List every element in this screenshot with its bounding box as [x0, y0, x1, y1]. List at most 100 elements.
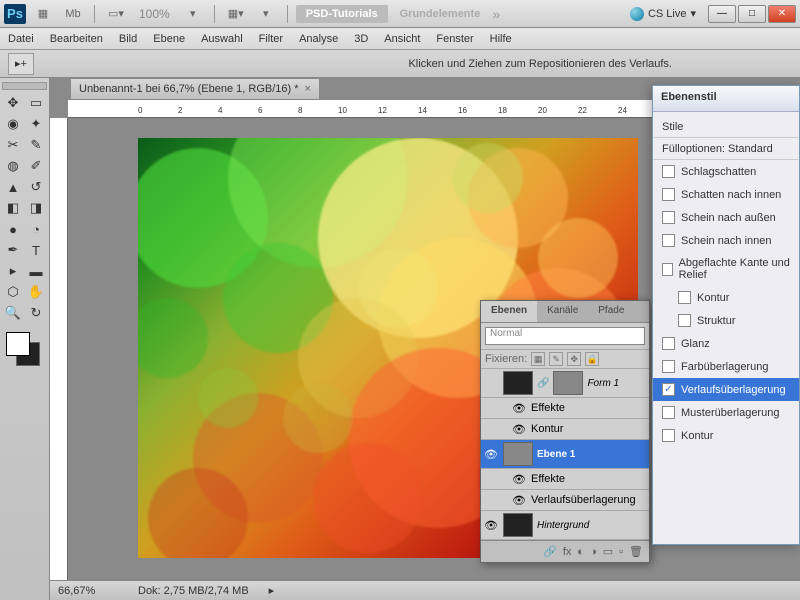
shape-tool[interactable]: ▬ — [25, 261, 47, 281]
lasso-tool[interactable]: ◉ — [2, 114, 24, 134]
visibility-icon[interactable] — [483, 375, 499, 391]
layer-effects-ebene1[interactable]: 👁Effekte — [481, 469, 649, 490]
brush-tool[interactable]: ✐ — [25, 156, 47, 176]
fg-color-swatch[interactable] — [6, 332, 30, 356]
menu-filter[interactable]: Filter — [259, 33, 283, 45]
menu-datei[interactable]: Datei — [8, 33, 34, 45]
menu-3d[interactable]: 3D — [354, 33, 368, 45]
link-icon[interactable]: 🔗 — [543, 545, 557, 558]
tab-ebenen[interactable]: Ebenen — [481, 301, 537, 322]
heal-tool[interactable]: ◍ — [2, 156, 24, 176]
type-tool[interactable]: T — [25, 240, 47, 260]
style-verlaufsüberlagerung[interactable]: ✓Verlaufsüberlagerung — [653, 378, 799, 401]
style-schlagschatten[interactable]: Schlagschatten — [653, 160, 799, 183]
checkbox[interactable] — [662, 211, 675, 224]
extras-icon[interactable]: ▦▾ — [223, 4, 249, 24]
layer-thumb[interactable] — [503, 371, 533, 395]
trash-icon[interactable]: 🗑 — [629, 545, 643, 558]
style-schatten-nach-innen[interactable]: Schatten nach innen — [653, 183, 799, 206]
layer-thumb[interactable] — [503, 513, 533, 537]
document-tab[interactable]: Unbenannt-1 bei 66,7% (Ebene 1, RGB/16) … — [70, 78, 320, 100]
checkbox[interactable] — [662, 337, 675, 350]
gradient-tool[interactable]: ◨ — [25, 198, 47, 218]
history-brush-tool[interactable]: ↺ — [25, 177, 47, 197]
adjustment-icon[interactable]: ◑ — [590, 546, 597, 558]
menu-bild[interactable]: Bild — [119, 33, 137, 45]
checkbox[interactable] — [662, 188, 675, 201]
close-button[interactable]: ✕ — [768, 5, 796, 23]
minibridge-icon[interactable]: Mb — [60, 4, 86, 24]
guides-icon[interactable]: ▾ — [253, 4, 279, 24]
path-select-tool[interactable]: ▸ — [2, 261, 24, 281]
style-glanz[interactable]: Glanz — [653, 332, 799, 355]
layer-verlauf[interactable]: 👁Verlaufsüberlagerung — [481, 490, 649, 511]
close-tab-icon[interactable]: × — [305, 83, 311, 95]
workspace-grundelemente[interactable]: Grundelemente — [400, 8, 481, 20]
status-zoom[interactable]: 66,67% — [58, 585, 118, 597]
style-musterüberlagerung[interactable]: Musterüberlagerung — [653, 401, 799, 424]
crop-tool[interactable]: ✂ — [2, 135, 24, 155]
maximize-button[interactable]: □ — [738, 5, 766, 23]
style-struktur[interactable]: Struktur — [653, 309, 799, 332]
status-chevron-icon[interactable]: ▸ — [269, 584, 275, 597]
style-schein-nach-außen[interactable]: Schein nach außen — [653, 206, 799, 229]
new-layer-icon[interactable]: ▫ — [619, 546, 623, 558]
color-swatches[interactable] — [2, 332, 47, 368]
hand-tool[interactable]: ✋ — [25, 282, 47, 302]
menu-ansicht[interactable]: Ansicht — [384, 33, 420, 45]
menu-ebene[interactable]: Ebene — [153, 33, 185, 45]
checkbox[interactable]: ✓ — [662, 383, 675, 396]
style-kontur[interactable]: Kontur — [653, 424, 799, 447]
style-farbüberlagerung[interactable]: Farbüberlagerung — [653, 355, 799, 378]
visibility-icon[interactable]: 👁 — [483, 517, 499, 533]
bridge-icon[interactable]: ▦ — [30, 4, 56, 24]
layer-form1[interactable]: 🔗 Form 1 — [481, 369, 649, 398]
current-tool-icon[interactable]: ▸+ — [8, 53, 34, 75]
pen-tool[interactable]: ✒ — [2, 240, 24, 260]
layer-effects-form1[interactable]: 👁Effekte — [481, 398, 649, 419]
checkbox[interactable] — [662, 406, 675, 419]
toolbox-grip[interactable] — [2, 82, 47, 90]
style-kontur[interactable]: Kontur — [653, 286, 799, 309]
status-doc-size[interactable]: Dok: 2,75 MB/2,74 MB — [138, 585, 249, 597]
eyedropper-tool[interactable]: ✎ — [25, 135, 47, 155]
checkbox[interactable] — [678, 291, 691, 304]
checkbox[interactable] — [662, 234, 675, 247]
checkbox[interactable] — [662, 263, 673, 276]
style-schein-nach-innen[interactable]: Schein nach innen — [653, 229, 799, 252]
3d-tool[interactable]: ⬡ — [2, 282, 24, 302]
blur-tool[interactable]: ● — [2, 219, 24, 239]
menu-hilfe[interactable]: Hilfe — [490, 33, 512, 45]
menu-fenster[interactable]: Fenster — [436, 33, 473, 45]
checkbox[interactable] — [678, 314, 691, 327]
visibility-icon[interactable]: 👁 — [483, 446, 499, 462]
marquee-tool[interactable]: ▭ — [25, 93, 47, 113]
eraser-tool[interactable]: ◧ — [2, 198, 24, 218]
screen-mode-icon[interactable]: ▭▾ — [103, 4, 129, 24]
lock-pixels-icon[interactable]: ✎ — [549, 352, 563, 366]
lock-all-icon[interactable]: 🔒 — [585, 352, 599, 366]
tab-kanaele[interactable]: Kanäle — [537, 301, 588, 322]
fx-icon[interactable]: fx — [563, 546, 572, 558]
menu-analyse[interactable]: Analyse — [299, 33, 338, 45]
fulloptions-row[interactable]: Fülloptionen: Standard — [653, 138, 799, 160]
menu-auswahl[interactable]: Auswahl — [201, 33, 243, 45]
checkbox[interactable] — [662, 429, 675, 442]
wand-tool[interactable]: ✦ — [25, 114, 47, 134]
checkbox[interactable] — [662, 360, 675, 373]
styles-header[interactable]: Stile — [653, 116, 799, 138]
chevron-right-icon[interactable]: » — [492, 6, 500, 22]
layer-ebene1[interactable]: 👁 Ebene 1 — [481, 440, 649, 469]
blend-mode-select[interactable]: Normal — [485, 327, 645, 345]
rotate-tool[interactable]: ↻ — [25, 303, 47, 323]
layer-hintergrund[interactable]: 👁 Hintergrund — [481, 511, 649, 540]
layer-style-dialog[interactable]: Ebenenstil Stile Fülloptionen: Standard … — [652, 85, 800, 545]
menu-bearbeiten[interactable]: Bearbeiten — [50, 33, 103, 45]
stamp-tool[interactable]: ▲ — [2, 177, 24, 197]
checkbox[interactable] — [662, 165, 675, 178]
workspace-psd-tutorials[interactable]: PSD-Tutorials — [296, 5, 388, 23]
minimize-button[interactable]: — — [708, 5, 736, 23]
cs-live-button[interactable]: CS Live ▾ — [630, 7, 696, 21]
zoom-level[interactable]: 100% — [139, 7, 170, 21]
lock-position-icon[interactable]: ✥ — [567, 352, 581, 366]
